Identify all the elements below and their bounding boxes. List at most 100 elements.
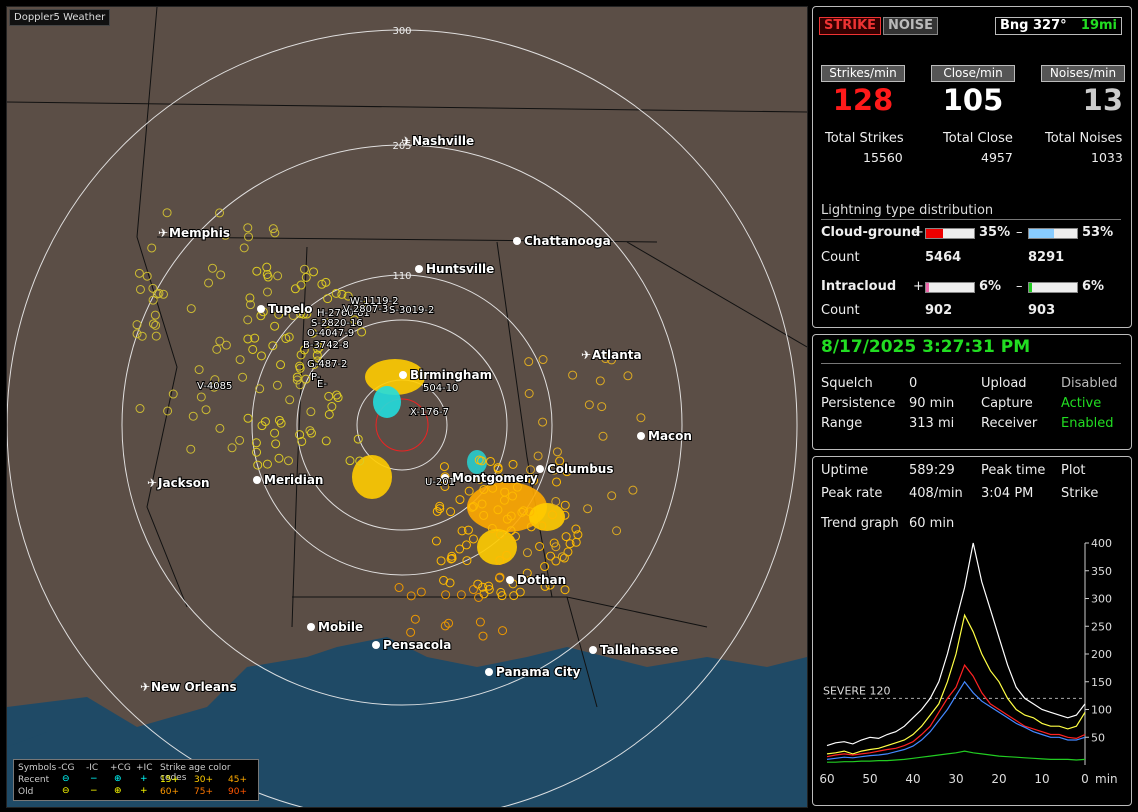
city-dot [536,465,544,473]
lightning-map[interactable]: 300 205 110 ✈ Nashville ✈ Memphis Chattanooga H… [6,6,808,808]
persistence-value: 90 min [909,396,955,411]
severe-threshold-label: SEVERE 120 [823,684,891,697]
persistence-label: Persistence [821,396,896,411]
cg-plus-sign: + [913,225,924,240]
old-age-3: 90+ [228,787,247,797]
close-per-min-value: 105 [942,83,1004,117]
cg-negative-bar [1028,228,1078,239]
bearing-label: Bng 327° [1000,18,1067,33]
city-dot [589,646,597,654]
squelch-value: 0 [909,376,918,391]
plot-value[interactable]: Strike [1061,486,1098,501]
ic-negative-percent: 6% [1082,279,1105,294]
legend-symbols-label: Symbols [18,763,57,773]
y-tick-label: 150 [1091,676,1112,689]
old-neg-cg-icon: ⊖ [62,786,70,796]
city-dot [513,237,521,245]
storm-cell [373,386,401,418]
status-divider [821,363,1121,364]
noises-per-min-value: 13 [1082,83,1123,117]
storm-tag: V-2807-3 [343,304,388,315]
city-dot [485,668,493,676]
airport-icon: ✈ [147,476,157,490]
distribution-divider [821,219,1121,220]
x-tick-label: 0 [1081,772,1089,786]
city-name: Tupelo [268,302,313,316]
city-name: Macon [648,429,692,443]
ic-negative-count: 903 [1028,303,1056,318]
upload-label: Upload [981,376,1027,391]
cloud-ground-label: Cloud-ground [821,225,921,240]
legend-ic-neg: -IC [86,763,99,773]
cg-minus-sign: – [1016,225,1023,240]
city-dot [253,476,261,484]
strike-button[interactable]: STRIKE [819,17,882,35]
city-name: Meridian [264,473,323,487]
city-name: Montgomery [452,471,538,485]
range-label: 300 [392,26,411,37]
range-label: Range [821,416,863,431]
peak-time-value: 3:04 PM [981,486,1034,501]
plot-label: Plot [1061,463,1086,478]
old-neg-ic-icon: − [90,786,98,796]
city-name: Mobile [318,620,363,634]
strikes-per-min-value: 128 [832,83,894,117]
trend-chart: 4003503002502001501005060 50 40 30 20 10 0 minS… [819,537,1118,786]
storm-cell [352,455,392,499]
old-pos-ic-icon: + [140,786,148,796]
cg-positive-bar [925,228,975,239]
peak-rate-value: 408/min [909,486,963,501]
range-label: 110 [392,271,411,282]
city-name: Jackson [157,476,210,490]
x-tick-label: 20 [991,772,1006,786]
map-canvas[interactable]: 300205110 ✈ Nashville✈ MemphisChattanoogaH… [7,7,807,807]
total-noises-value: 1033 [1091,150,1123,165]
ic-count-label: Count [821,303,860,318]
receiver-value: Enabled [1061,416,1114,431]
recent-age-3: 45+ [228,775,247,785]
y-tick-label: 50 [1091,731,1105,744]
cg-count-label: Count [821,250,860,265]
storm-tag: G-487-2 [307,359,347,370]
trend-graph-label: Trend graph [821,516,899,531]
strike-legend: Symbols -CG -IC +CG +IC Strike age color… [13,759,259,801]
legend-recent-label: Recent [18,775,50,785]
y-tick-label: 250 [1091,620,1112,633]
x-axis-label: min [1095,772,1118,786]
city-name: Birmingham [410,368,492,382]
city-dot [372,641,380,649]
storm-tag: S-3019-2 [389,305,434,316]
storm-tag: E- [317,379,327,390]
city-name: Atlanta [592,348,642,362]
uptime-label: Uptime [821,463,869,478]
capture-value: Active [1061,396,1102,411]
intracloud-label: Intracloud [821,279,897,294]
ic-minus-sign: – [1016,279,1023,294]
airport-icon: ✈ [401,134,411,148]
total-close-label: Total Close [943,131,1013,146]
ic-positive-count: 902 [925,303,953,318]
airport-icon: ✈ [581,348,591,362]
close-per-min-header: Close/min [931,65,1015,82]
noise-button[interactable]: NOISE [883,17,939,35]
city-name: Tallahassee [600,643,678,657]
y-tick-label: 200 [1091,648,1112,661]
x-tick-label: 60 [819,772,834,786]
storm-tag: U-201 [425,477,455,488]
trend-graph-value[interactable]: 60 min [909,516,954,531]
ic-positive-bar [925,282,975,293]
cg-positive-count: 5464 [925,250,962,265]
legend-cg-neg: -CG [58,763,75,773]
city-dot [637,432,645,440]
y-tick-label: 300 [1091,593,1112,606]
old-age-1: 60+ [160,787,179,797]
receiver-label: Receiver [981,416,1038,431]
city-name: Huntsville [426,262,494,276]
distribution-title: Lightning type distribution [821,203,994,218]
capture-label: Capture [981,396,1033,411]
storm-tag: 504-10 [423,383,458,394]
peak-time-label: Peak time [981,463,1046,478]
legend-old-label: Old [18,787,34,797]
total-strikes-value: 15560 [863,150,903,165]
recent-pos-cg-icon: ⊕ [114,774,122,784]
